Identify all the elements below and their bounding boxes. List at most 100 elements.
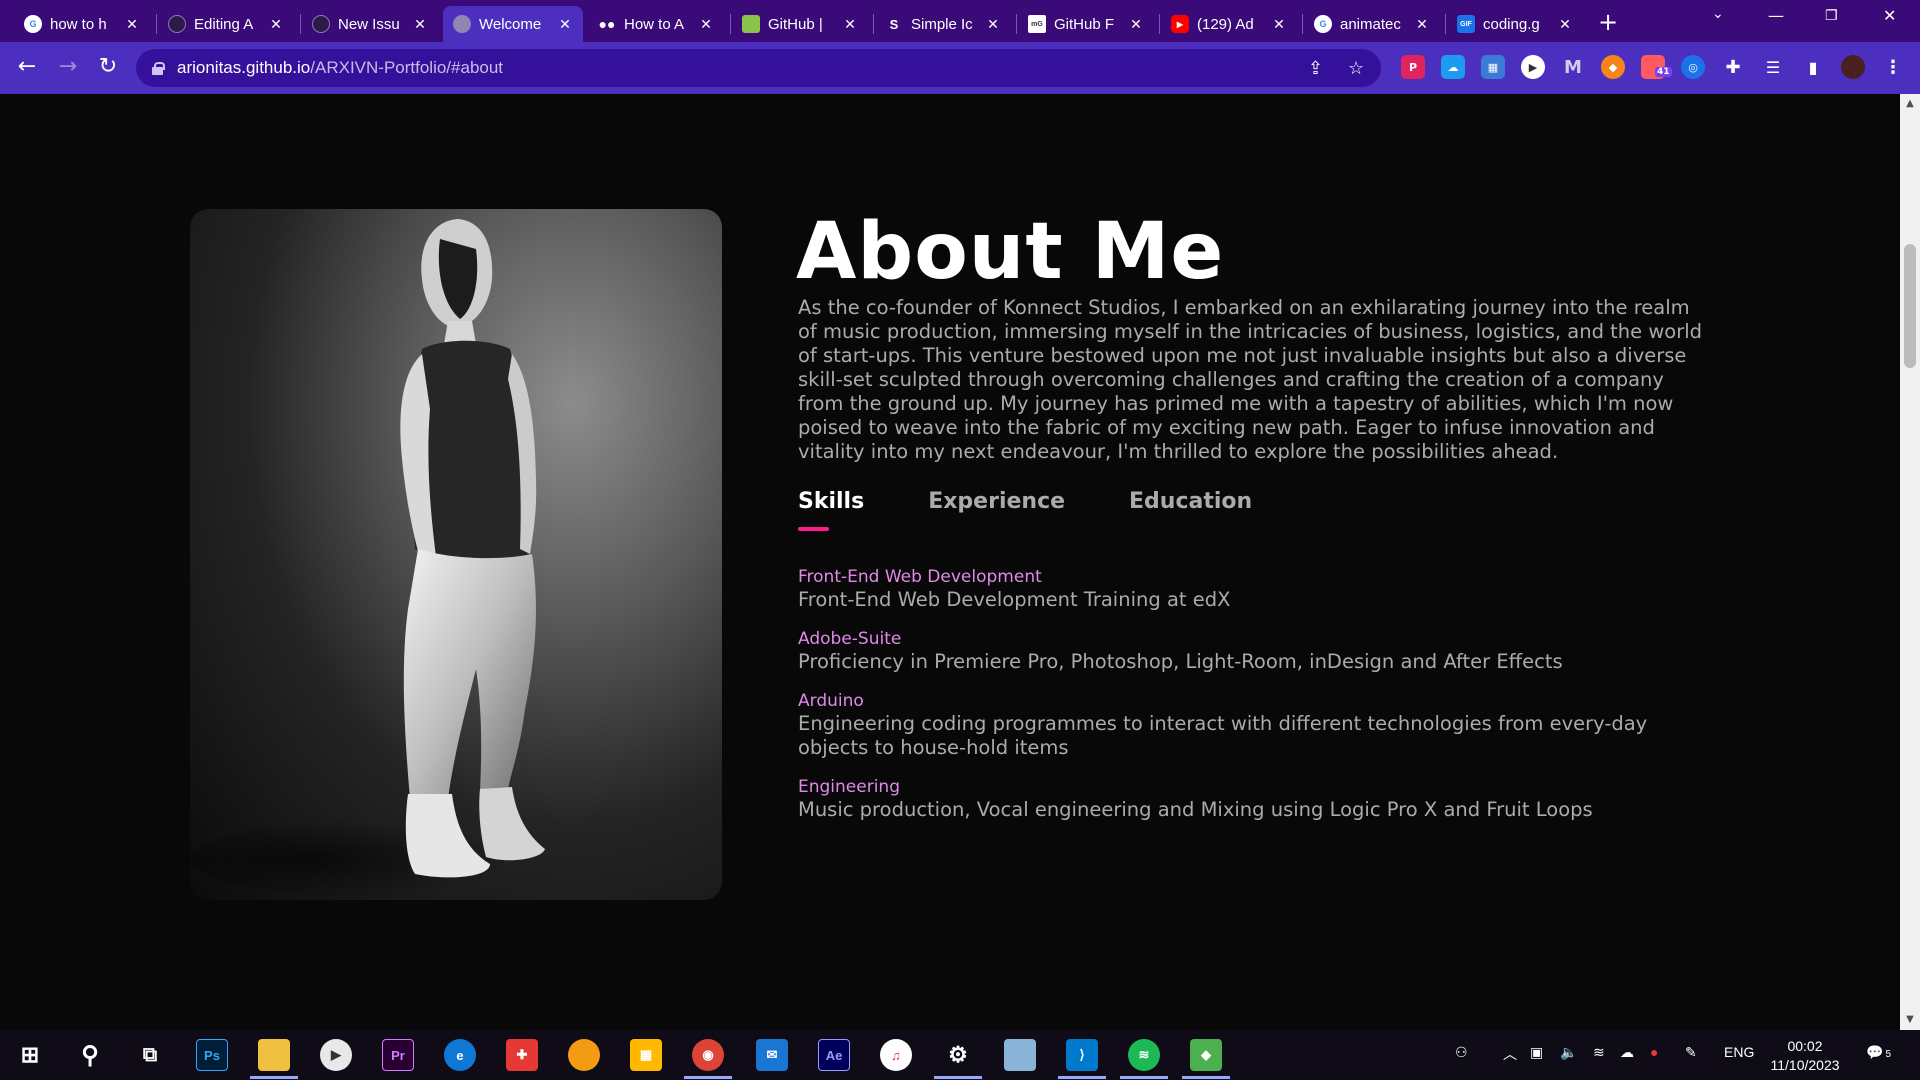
close-icon[interactable]: ✕: [268, 16, 284, 33]
browser-tab[interactable]: ●● How to A ✕: [588, 6, 724, 42]
search-icon[interactable]: ⚲: [74, 1039, 106, 1071]
clock-time: 00:02: [1787, 1038, 1823, 1054]
page-scrollbar[interactable]: ▲ ▼: [1900, 94, 1920, 1030]
close-icon[interactable]: ✕: [412, 16, 428, 33]
store-icon[interactable]: ▦: [630, 1039, 662, 1071]
forward-arrow-icon[interactable]: →: [55, 54, 81, 79]
mail-icon[interactable]: ✉: [756, 1039, 788, 1071]
chevron-up-icon[interactable]: ︿: [1503, 1044, 1517, 1064]
window-close-icon[interactable]: ✕: [1883, 6, 1896, 25]
active-app-indicator: [1182, 1076, 1230, 1079]
about-tabs: Skills Experience Education: [798, 489, 1316, 531]
chrome-icon[interactable]: ◉: [692, 1039, 724, 1071]
close-icon[interactable]: ✕: [698, 16, 714, 33]
browser-tab[interactable]: ▶ (129) Ad ✕: [1161, 6, 1297, 42]
new-tab-plus-icon[interactable]: +: [1598, 8, 1618, 36]
browser-tab[interactable]: S Simple Ic ✕: [875, 6, 1011, 42]
pocket-icon[interactable]: P: [1401, 55, 1425, 79]
tab-separator: [1445, 14, 1446, 34]
browser-tab[interactable]: mG GitHub F ✕: [1018, 6, 1154, 42]
youtube-icon: ▶: [1171, 15, 1189, 33]
tab-education[interactable]: Education: [1129, 489, 1252, 514]
task-view-icon[interactable]: ⧉: [134, 1039, 166, 1071]
minimize-icon[interactable]: —: [1768, 6, 1784, 25]
reading-list-icon[interactable]: ☰: [1761, 55, 1785, 79]
restore-icon[interactable]: ❐: [1825, 8, 1838, 24]
scroll-up-arrow-icon[interactable]: ▲: [1900, 98, 1920, 109]
page-title: About Me: [796, 207, 1225, 297]
people-icon[interactable]: ⚇: [1455, 1044, 1468, 1061]
close-icon[interactable]: ✕: [557, 16, 573, 33]
edge-icon[interactable]: e: [444, 1039, 476, 1071]
share-icon[interactable]: ⇪: [1308, 58, 1323, 79]
tab-search-chevron-icon[interactable]: ⌄: [1712, 6, 1724, 22]
tray-app-icon[interactable]: ▣: [1530, 1044, 1543, 1061]
cloud-extension-icon[interactable]: ☁: [1441, 55, 1465, 79]
play-extension-icon[interactable]: ▶: [1521, 55, 1545, 79]
address-bar[interactable]: arionitas.github.io/ARXIVN-Portfolio/#ab…: [136, 49, 1381, 87]
skill-description: Front-End Web Development Training at ed…: [798, 588, 1231, 611]
metamask-icon[interactable]: ◆: [1601, 55, 1625, 79]
tab-title: GitHub F: [1054, 15, 1115, 33]
window-extension-icon[interactable]: ▦: [1481, 55, 1505, 79]
itunes-icon[interactable]: ♫: [880, 1039, 912, 1071]
fl-studio-icon[interactable]: [568, 1039, 600, 1071]
scroll-down-arrow-icon[interactable]: ▼: [1900, 1014, 1920, 1025]
close-icon[interactable]: ✕: [1557, 16, 1573, 33]
gift-icon[interactable]: ✚: [506, 1039, 538, 1071]
close-icon[interactable]: ✕: [842, 16, 858, 33]
volume-muted-icon[interactable]: 🔈: [1560, 1044, 1577, 1061]
mail-extension-icon[interactable]: M: [1561, 55, 1585, 79]
reload-icon[interactable]: ↻: [95, 54, 121, 79]
notification-center-icon[interactable]: 💬 5: [1866, 1044, 1891, 1061]
file-explorer-icon[interactable]: [258, 1039, 290, 1071]
onedrive-icon[interactable]: ☁: [1620, 1044, 1634, 1061]
photoshop-icon[interactable]: Ps: [196, 1039, 228, 1071]
badge-extension-icon[interactable]: 41: [1641, 55, 1672, 79]
browser-tab[interactable]: G how to h ✕: [14, 6, 150, 42]
close-icon[interactable]: ✕: [1271, 16, 1287, 33]
browser-tab[interactable]: New Issu ✕: [302, 6, 438, 42]
back-arrow-icon[interactable]: ←: [14, 54, 40, 79]
kebab-menu-icon[interactable]: ⋮: [1881, 55, 1905, 79]
lock-icon: [152, 61, 165, 75]
scrollbar-thumb[interactable]: [1904, 244, 1916, 368]
extensions-puzzle-icon[interactable]: ✚: [1721, 55, 1745, 79]
browser-tab-active[interactable]: Welcome ✕: [443, 6, 583, 42]
medium-icon: ●●: [598, 16, 616, 32]
close-icon[interactable]: ✕: [1128, 16, 1144, 33]
premiere-pro-icon[interactable]: Pr: [382, 1039, 414, 1071]
google-icon: G: [24, 15, 42, 33]
github-pages-icon: [742, 15, 760, 33]
browser-toolbar: ← → ↻ arionitas.github.io/ARXIVN-Portfol…: [0, 42, 1920, 94]
tab-experience[interactable]: Experience: [928, 489, 1065, 514]
tab-title: Editing A: [194, 15, 254, 33]
after-effects-icon[interactable]: Ae: [818, 1039, 850, 1071]
browser-tab[interactable]: G animatec ✕: [1304, 6, 1440, 42]
app-icon[interactable]: [1004, 1039, 1036, 1071]
tab-skills[interactable]: Skills: [798, 489, 864, 531]
wifi-icon[interactable]: ≋: [1593, 1044, 1605, 1061]
vscode-icon[interactable]: ⟩: [1066, 1039, 1098, 1071]
circle-extension-icon[interactable]: ◎: [1681, 55, 1705, 79]
windows-start-icon[interactable]: ⊞: [14, 1039, 46, 1071]
media-player-icon[interactable]: ▶: [320, 1039, 352, 1071]
tab-separator: [156, 14, 157, 34]
gif-icon: GIF: [1457, 15, 1475, 33]
browser-tab[interactable]: Editing A ✕: [158, 6, 294, 42]
tray-red-icon[interactable]: ●: [1650, 1044, 1658, 1060]
spotify-icon[interactable]: ≋: [1128, 1039, 1160, 1071]
close-icon[interactable]: ✕: [985, 16, 1001, 33]
close-icon[interactable]: ✕: [124, 16, 140, 33]
bookmark-star-icon[interactable]: ☆: [1348, 58, 1364, 79]
browser-tab[interactable]: GIF coding.g ✕: [1447, 6, 1583, 42]
language-indicator[interactable]: ENG: [1724, 1044, 1754, 1060]
git-icon[interactable]: ◆: [1190, 1039, 1222, 1071]
browser-tab[interactable]: GitHub | ✕: [732, 6, 868, 42]
profile-avatar[interactable]: [1841, 55, 1865, 79]
close-icon[interactable]: ✕: [1414, 16, 1430, 33]
clock[interactable]: 00:02 11/10/2023: [1765, 1037, 1845, 1075]
side-panel-icon[interactable]: ▮: [1801, 55, 1825, 79]
settings-icon[interactable]: ⚙: [942, 1039, 974, 1071]
pen-icon[interactable]: ✎: [1685, 1044, 1697, 1061]
